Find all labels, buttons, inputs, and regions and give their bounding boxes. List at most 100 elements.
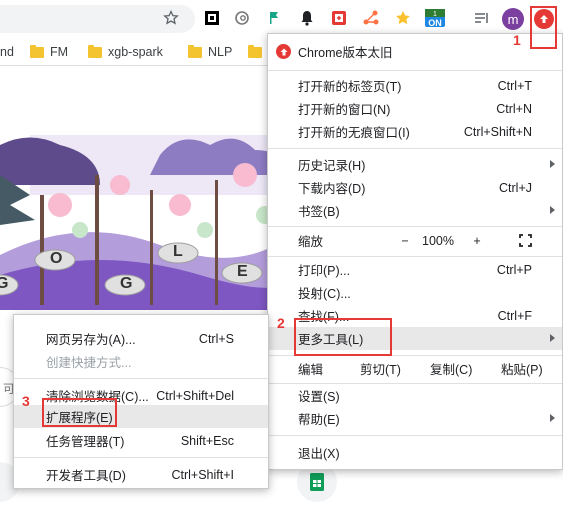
menu-item-new-incognito[interactable]: 打开新的无痕窗口(I) Ctrl+Shift+N [268,120,562,143]
menu-item-label: 设置(S) [298,390,340,404]
bookmark-folder-fm[interactable]: FM [30,44,68,60]
submenu-item-create-shortcut: 创建快捷方式... [14,350,268,373]
connection-icon[interactable] [362,9,380,27]
folder-icon [30,44,44,58]
svg-text:1: 1 [433,11,437,18]
menu-item-shortcut: Ctrl+N [496,101,532,116]
star-outline-icon[interactable] [162,9,180,27]
menu-separator [268,256,562,257]
menu-item-label: 打开新的无痕窗口(I) [298,126,410,140]
submenu-arrow-icon [550,334,555,342]
qr-code-icon[interactable] [203,9,221,27]
menu-item-shortcut: Ctrl+Shift+I [171,467,234,482]
menu-separator [268,148,562,149]
menu-item-zoom: 缩放 − 100% + [268,229,562,252]
menu-item-exit[interactable]: 退出(X) [268,441,562,464]
doodle-letter: G [0,275,9,292]
doodle-letter: L [173,243,183,260]
submenu-item-task-manager[interactable]: 任务管理器(T) Shift+Esc [14,429,268,452]
zoom-out-button[interactable]: − [398,234,412,248]
bookmark-nd[interactable]: nd [0,44,14,60]
menu-item-label: Chrome版本太旧 [298,46,393,60]
menu-item-edit: 编辑 剪切(T) 复制(C) 粘贴(P) [268,357,562,380]
menu-item-label: 网页另存为(A)... [46,333,136,347]
profile-avatar[interactable]: m [502,8,524,30]
paste-button[interactable]: 粘贴(P) [501,359,543,378]
menu-item-label: 下载内容(D) [298,182,366,196]
menu-item-shortcut: Ctrl+S [198,331,234,346]
folder-icon [188,44,202,58]
web-scraper-icon[interactable] [233,9,251,27]
submenu-arrow-icon [550,206,555,214]
folder-icon [88,44,102,58]
zoom-label: 缩放 [298,235,324,249]
copy-button[interactable]: 复制(C) [430,359,472,378]
bookmark-label: xgb-spark [108,45,163,59]
menu-item-bookmarks[interactable]: 书签(B) [268,199,562,222]
menu-item-shortcut: Ctrl+F [497,308,532,323]
submenu-item-save-page[interactable]: 网页另存为(A)... Ctrl+S [14,327,268,350]
annotation-number-step3: 3 [22,393,30,409]
bookmark-label: NLP [208,45,233,59]
submenu-arrow-icon [550,414,555,422]
annotation-number-step1: 1 [513,32,521,48]
menu-separator [14,457,268,458]
menu-item-downloads[interactable]: 下载内容(D) Ctrl+J [268,176,562,199]
menu-item-history[interactable]: 历史记录(H) [268,153,562,176]
chrome-main-menu: Chrome版本太旧 打开新的标签页(T) Ctrl+T 打开新的窗口(N) Ctr… [267,33,563,470]
profile-initial: m [507,11,519,27]
fullscreen-icon[interactable] [519,234,532,250]
submenu-item-developer-tools[interactable]: 开发者工具(D) Ctrl+Shift+I [14,463,268,486]
menu-item-label: 打开新的窗口(N) [298,103,391,117]
menu-item-new-tab[interactable]: 打开新的标签页(T) Ctrl+T [268,74,562,97]
menu-item-help[interactable]: 帮助(E) [268,407,562,430]
bell-icon[interactable] [298,9,316,27]
menu-item-shortcut: Ctrl+T [497,78,532,93]
menu-item-label: 创建快捷方式... [46,356,132,370]
menu-item-cast[interactable]: 投射(C)... [268,281,562,304]
menu-item-label: 退出(X) [298,447,340,461]
folder-icon [248,44,262,58]
bookmark-folder-nlp[interactable]: NLP [188,44,232,60]
flag-icon[interactable] [266,9,284,27]
menu-separator [268,70,562,71]
on-badge-icon[interactable]: 1 ON [424,9,446,28]
bookmark-folder-xgb-spark[interactable]: xgb-spark [88,44,163,60]
bookmark-label: nd [0,45,14,59]
menu-item-shortcut: Ctrl+Shift+N [463,124,532,139]
red-ext-icon[interactable] [330,9,348,27]
menu-item-shortcut: Ctrl+Shift+Del [156,388,234,403]
menu-item-new-window[interactable]: 打开新的窗口(N) Ctrl+N [268,97,562,120]
update-icon [276,44,291,59]
menu-item-shortcut: Ctrl+P [496,262,532,277]
bookmark-folder[interactable] [248,44,262,60]
annotation-number-step2: 2 [277,315,285,331]
menu-item-shortcut: Shift+Esc [180,433,234,448]
doodle-letter: O [50,250,63,267]
submenu-arrow-icon [550,160,555,168]
annotation-box-step1 [530,6,557,49]
reading-list-icon[interactable] [473,9,491,27]
menu-separator [268,435,562,436]
star-ext-icon[interactable] [394,9,412,27]
menu-item-label: 历史记录(H) [298,159,366,173]
menu-item-shortcut: Ctrl+J [499,180,532,195]
zoom-value: 100% [422,233,454,248]
cut-button[interactable]: 剪切(T) [360,359,401,378]
menu-item-settings[interactable]: 设置(S) [268,384,562,407]
menu-item-label: 打印(P)... [298,264,351,278]
menu-item-label: 帮助(E) [298,413,340,427]
edit-label: 编辑 [298,363,324,377]
menu-item-print[interactable]: 打印(P)... Ctrl+P [268,258,562,281]
google-doodle[interactable]: G L E O G [0,135,290,310]
menu-separator [268,226,562,227]
doodle-letter: G [120,275,133,292]
on-badge-label: ON [428,18,442,28]
menu-separator [14,378,268,379]
zoom-in-button[interactable]: + [470,234,484,248]
annotation-box-step2 [294,318,392,356]
menu-item-label: 书签(B) [298,205,340,219]
menu-item-label: 开发者工具(D) [46,469,126,483]
menu-item-label: 任务管理器(T) [46,435,125,449]
doodle-letter: E [237,263,248,280]
